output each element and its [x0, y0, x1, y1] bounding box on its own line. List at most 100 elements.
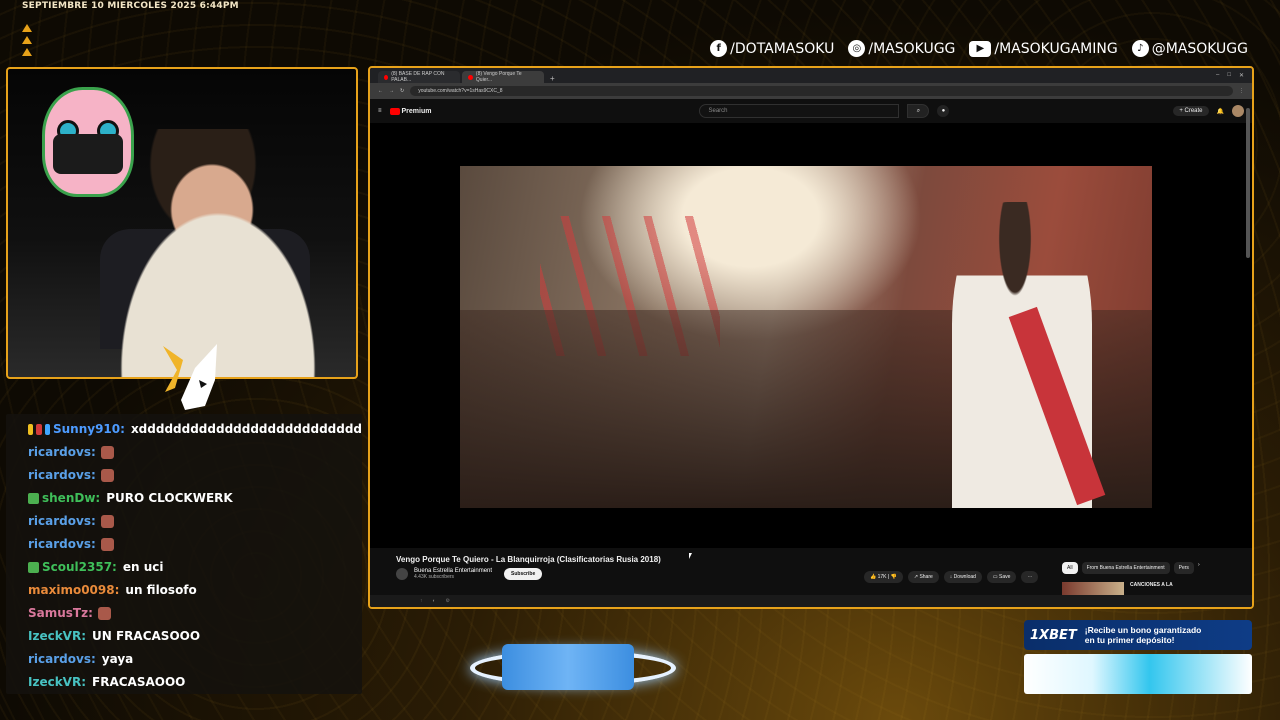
more-actions-icon[interactable]: ⋯ — [1021, 571, 1039, 583]
chat-username[interactable]: ricardovs: — [28, 648, 96, 671]
search-input[interactable]: Search — [699, 104, 900, 118]
chat-message: Sunny910: xdddddddddddddddddddddddddd — [28, 418, 362, 441]
chat-message: ricardovs: yaya — [28, 648, 362, 671]
chat-message: ricardovs: — [28, 533, 362, 556]
chat-username[interactable]: IzeckVR: — [28, 625, 86, 648]
chat-username[interactable]: ricardovs: — [28, 510, 96, 533]
chat-message: SamusTz: — [28, 602, 362, 625]
create-button[interactable]: + Create — [1173, 106, 1209, 116]
social-handle: /MASOKUGAMING — [994, 40, 1118, 57]
youtube-header: ≡ Premium Search ⌕ ● + Create 🔔 — [370, 99, 1252, 123]
share-button[interactable]: ↗ Share — [907, 571, 939, 583]
instagram-icon: ◎ — [848, 40, 866, 57]
facebook-icon: f — [710, 40, 728, 57]
social-youtube: ▶ /MASOKUGAMING — [969, 40, 1118, 57]
back-icon[interactable]: ← — [378, 88, 383, 94]
social-links: f /DOTAMASOKU ◎ /MASOKUGG ▶ /MASOKUGAMIN… — [710, 40, 1248, 57]
taskbar-icon[interactable]: ◐ — [433, 598, 436, 604]
subscribe-button[interactable]: Subscribe — [504, 568, 543, 580]
notifications-icon[interactable]: 🔔 — [1217, 108, 1224, 115]
avatar[interactable] — [1232, 105, 1244, 117]
video-actions: 👍 17K | 👎 ↗ Share ↓ Download ▭ Save ⋯ — [864, 571, 1039, 583]
social-instagram: ◎ /MASOKUGG — [848, 40, 955, 57]
chat-text: PURO CLOCKWERK — [106, 491, 233, 505]
download-button[interactable]: ↓ Download — [943, 571, 982, 583]
new-tab-icon[interactable]: + — [546, 74, 559, 83]
search-button[interactable]: ⌕ — [907, 104, 930, 118]
scrollbar[interactable] — [1246, 108, 1250, 258]
reload-icon[interactable]: ↻ — [400, 88, 404, 94]
chat-username[interactable]: ricardovs: — [28, 441, 96, 464]
chat-username[interactable]: SamusTz: — [28, 602, 93, 625]
tab-label: (8) BASE DE RAP CON PALAB... — [391, 71, 445, 83]
address-bar: ← → ↻ youtube.com/watch?v=1sHas9CXC_8 ⋮ — [370, 83, 1252, 99]
recommendation-filters: All From Buena Estrella Entertainment Pe… — [1062, 562, 1200, 574]
chip-from-channel[interactable]: From Buena Estrella Entertainment — [1081, 562, 1170, 574]
sponsor-banner: 1XBET ¡Recibe un bono garantizado en tu … — [1024, 620, 1252, 696]
browser-tab[interactable]: (8) BASE DE RAP CON PALAB... — [378, 71, 460, 83]
browser-tab-active[interactable]: (8) Vengo Porque Te Quier... — [462, 71, 544, 83]
chat-message: ricardovs: — [28, 441, 362, 464]
youtube-favicon-icon — [468, 74, 473, 80]
chevron-right-icon[interactable]: › — [1198, 562, 1200, 574]
chat-emote-icon — [100, 515, 114, 528]
taskbar: ↑ ◐ ⚙ — [370, 595, 1252, 607]
social-handle: /DOTAMASOKU — [730, 40, 835, 57]
close-icon[interactable]: ✕ — [1239, 72, 1244, 79]
minimize-icon[interactable]: – — [1216, 72, 1219, 79]
menu-icon[interactable]: ≡ — [378, 108, 382, 114]
tab-strip: (8) BASE DE RAP CON PALAB... (8) Vengo P… — [370, 68, 1252, 83]
logo-label: Premium — [401, 107, 432, 115]
taskbar-icon[interactable]: ⚙ — [446, 598, 450, 604]
sponsor-logo: 1XBET — [1030, 627, 1077, 643]
chat-message: maximo0098: un filosofo — [28, 579, 362, 602]
social-tiktok: ♪ @MASOKUGG — [1131, 40, 1248, 57]
url-input[interactable]: youtube.com/watch?v=1sHas9CXC_8 — [410, 86, 1233, 96]
chat-username[interactable]: maximo0098: — [28, 579, 119, 602]
chat-text: UN FRACASOOO — [92, 629, 201, 643]
chat-panel: Sunny910: xdddddddddddddddddddddddddd rica… — [6, 414, 362, 694]
video-frame[interactable] — [460, 166, 1152, 508]
channel-logo-icon — [163, 344, 217, 410]
youtube-play-icon — [389, 107, 400, 115]
chat-message: Scoul2357: en uci — [28, 556, 362, 579]
channel-info: Buena Estrella Entertainment 4.43K subsc… — [396, 568, 543, 580]
stream-datetime: SEPTIEMBRE 10 MIERCOLES 2025 6:44PM — [22, 1, 239, 11]
chat-username[interactable]: IzeckVR: — [28, 671, 86, 694]
youtube-logo[interactable]: Premium — [389, 107, 432, 115]
social-handle: /MASOKUGG — [868, 40, 956, 57]
chat-badge-icon — [28, 424, 34, 435]
chat-username[interactable]: shenDw: — [42, 487, 100, 510]
mouse-cursor-icon — [689, 553, 692, 559]
channel-avatar[interactable] — [396, 568, 408, 580]
chat-username[interactable]: ricardovs: — [28, 533, 96, 556]
chat-text: un filosofo — [125, 583, 197, 597]
sponsor-graphic — [1024, 654, 1252, 694]
maximize-icon[interactable]: □ — [1227, 72, 1231, 79]
social-handle: @MASOKUGG — [1151, 40, 1248, 57]
chat-username[interactable]: Scoul2357: — [42, 556, 117, 579]
window-controls: – □ ✕ — [1216, 72, 1252, 79]
chat-text: xdddddddddddddddddddddddddd — [130, 422, 363, 436]
chat-message: IzeckVR: UN FRACASOOO — [28, 625, 362, 648]
chat-message: shenDw: PURO CLOCKWERK — [28, 487, 362, 510]
like-button[interactable]: 👍 17K | 👎 — [864, 571, 903, 583]
chat-username[interactable]: ricardovs: — [28, 464, 96, 487]
browser-window: (8) BASE DE RAP CON PALAB... (8) Vengo P… — [368, 66, 1254, 609]
mascot-avatar — [42, 87, 134, 197]
chip-pers[interactable]: Pers — [1173, 562, 1194, 574]
search-icon: ⌕ — [916, 107, 921, 114]
webcam-feed — [6, 67, 358, 379]
youtube-favicon-icon — [384, 74, 389, 80]
taskbar-icon[interactable]: ↑ — [420, 598, 423, 604]
chat-badge-icon — [44, 424, 50, 435]
channel-subscribers: 4.43K subscribers — [414, 574, 455, 580]
extensions-icon[interactable]: ⋮ — [1239, 88, 1244, 94]
forward-icon[interactable]: → — [389, 88, 394, 94]
save-button[interactable]: ▭ Save — [986, 571, 1017, 583]
video-player[interactable] — [370, 123, 1252, 548]
chat-username[interactable]: Sunny910: — [53, 418, 125, 441]
chip-all[interactable]: All — [1062, 562, 1078, 574]
url-text: youtube.com/watch?v=1sHas9CXC_8 — [418, 88, 503, 94]
voice-search-icon[interactable]: ● — [937, 105, 950, 117]
